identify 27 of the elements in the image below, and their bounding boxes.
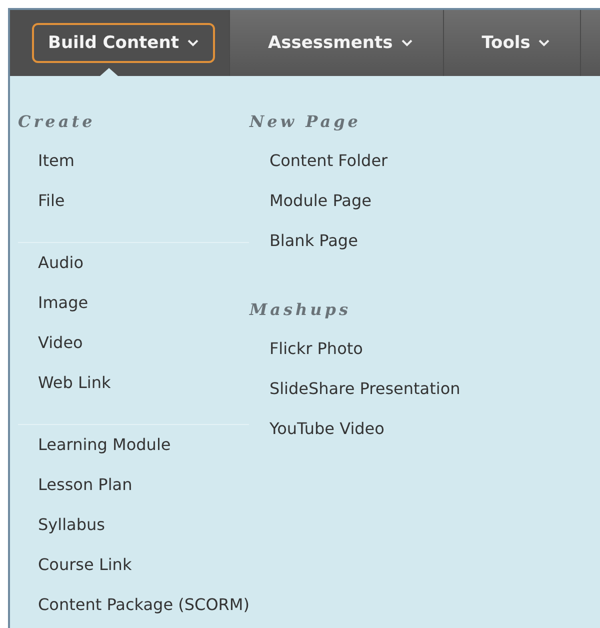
pointer-icon	[100, 68, 118, 76]
chevron-down-icon	[538, 39, 550, 47]
menu-item[interactable]: Video	[18, 323, 83, 363]
menu-item[interactable]: Syllabus	[18, 505, 105, 545]
menu-item[interactable]: File	[18, 181, 65, 221]
menu-item[interactable]: Content Folder	[249, 141, 388, 181]
section-heading: New Page	[249, 112, 362, 131]
menu-item[interactable]: Audio	[18, 243, 84, 283]
nav-tab[interactable]: Assessments	[252, 23, 429, 63]
menu-item[interactable]: Module Page	[249, 181, 372, 221]
menu-item[interactable]: Image	[18, 283, 88, 323]
menu-item[interactable]: Learning Module	[18, 425, 171, 465]
menu-item[interactable]: SlideShare Presentation	[249, 369, 460, 409]
menu-item[interactable]: Flickr Photo	[249, 329, 363, 369]
menu-item[interactable]: Item	[18, 141, 74, 181]
menu-item[interactable]: Lesson Plan	[18, 465, 132, 505]
section-heading: Create	[18, 112, 96, 131]
menu-item[interactable]: Course Link	[18, 545, 132, 585]
section-heading: Mashups	[249, 300, 352, 319]
nav-tab[interactable]: Tools	[466, 23, 566, 63]
nav-tab[interactable]: Build Content	[32, 23, 215, 63]
chevron-down-icon	[400, 39, 413, 47]
menu-item[interactable]: Blank Page	[249, 221, 358, 261]
chevron-down-icon	[186, 39, 199, 47]
menu-item[interactable]: YouTube Video	[249, 409, 384, 449]
menu-item[interactable]: Content Package (SCORM)	[18, 585, 250, 625]
menu-item[interactable]: Web Link	[18, 363, 111, 403]
